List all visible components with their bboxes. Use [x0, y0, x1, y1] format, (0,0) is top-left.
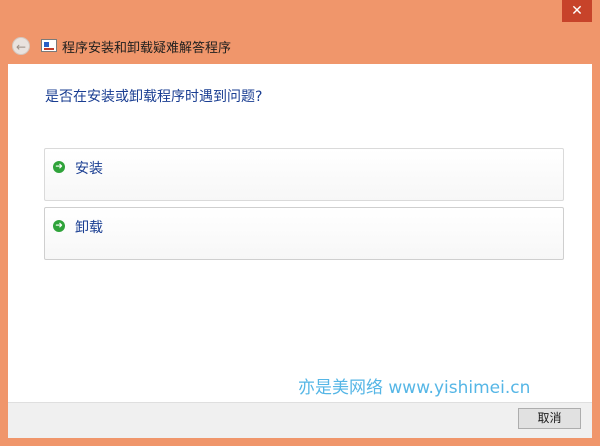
- cancel-button[interactable]: 取消: [518, 408, 581, 429]
- dialog-footer: 取消: [8, 402, 592, 438]
- install-option-label: 安装: [75, 161, 103, 177]
- uninstall-option[interactable]: ➜ 卸载: [44, 207, 564, 260]
- question-heading: 是否在安装或卸载程序时遇到问题?: [45, 89, 263, 105]
- back-button[interactable]: ←: [12, 37, 30, 55]
- close-icon: ✕: [571, 3, 583, 19]
- content-panel: 是否在安装或卸载程序时遇到问题? ➜ 安装 ➜ 卸载 亦是美网络 www.yis…: [8, 64, 592, 402]
- window-title: 程序安装和卸载疑难解答程序: [62, 41, 232, 56]
- back-arrow-icon: ←: [15, 40, 27, 54]
- close-window-button[interactable]: ✕: [562, 0, 592, 22]
- install-option[interactable]: ➜ 安装: [44, 148, 564, 201]
- green-arrow-icon: ➜: [53, 220, 65, 232]
- green-arrow-icon: ➜: [53, 161, 65, 173]
- title-bar: ← 程序安装和卸载疑难解答程序: [0, 30, 600, 62]
- troubleshooter-app-icon: [41, 39, 57, 52]
- watermark-text: 亦是美网络 www.yishimei.cn: [298, 378, 531, 398]
- uninstall-option-label: 卸载: [75, 220, 103, 236]
